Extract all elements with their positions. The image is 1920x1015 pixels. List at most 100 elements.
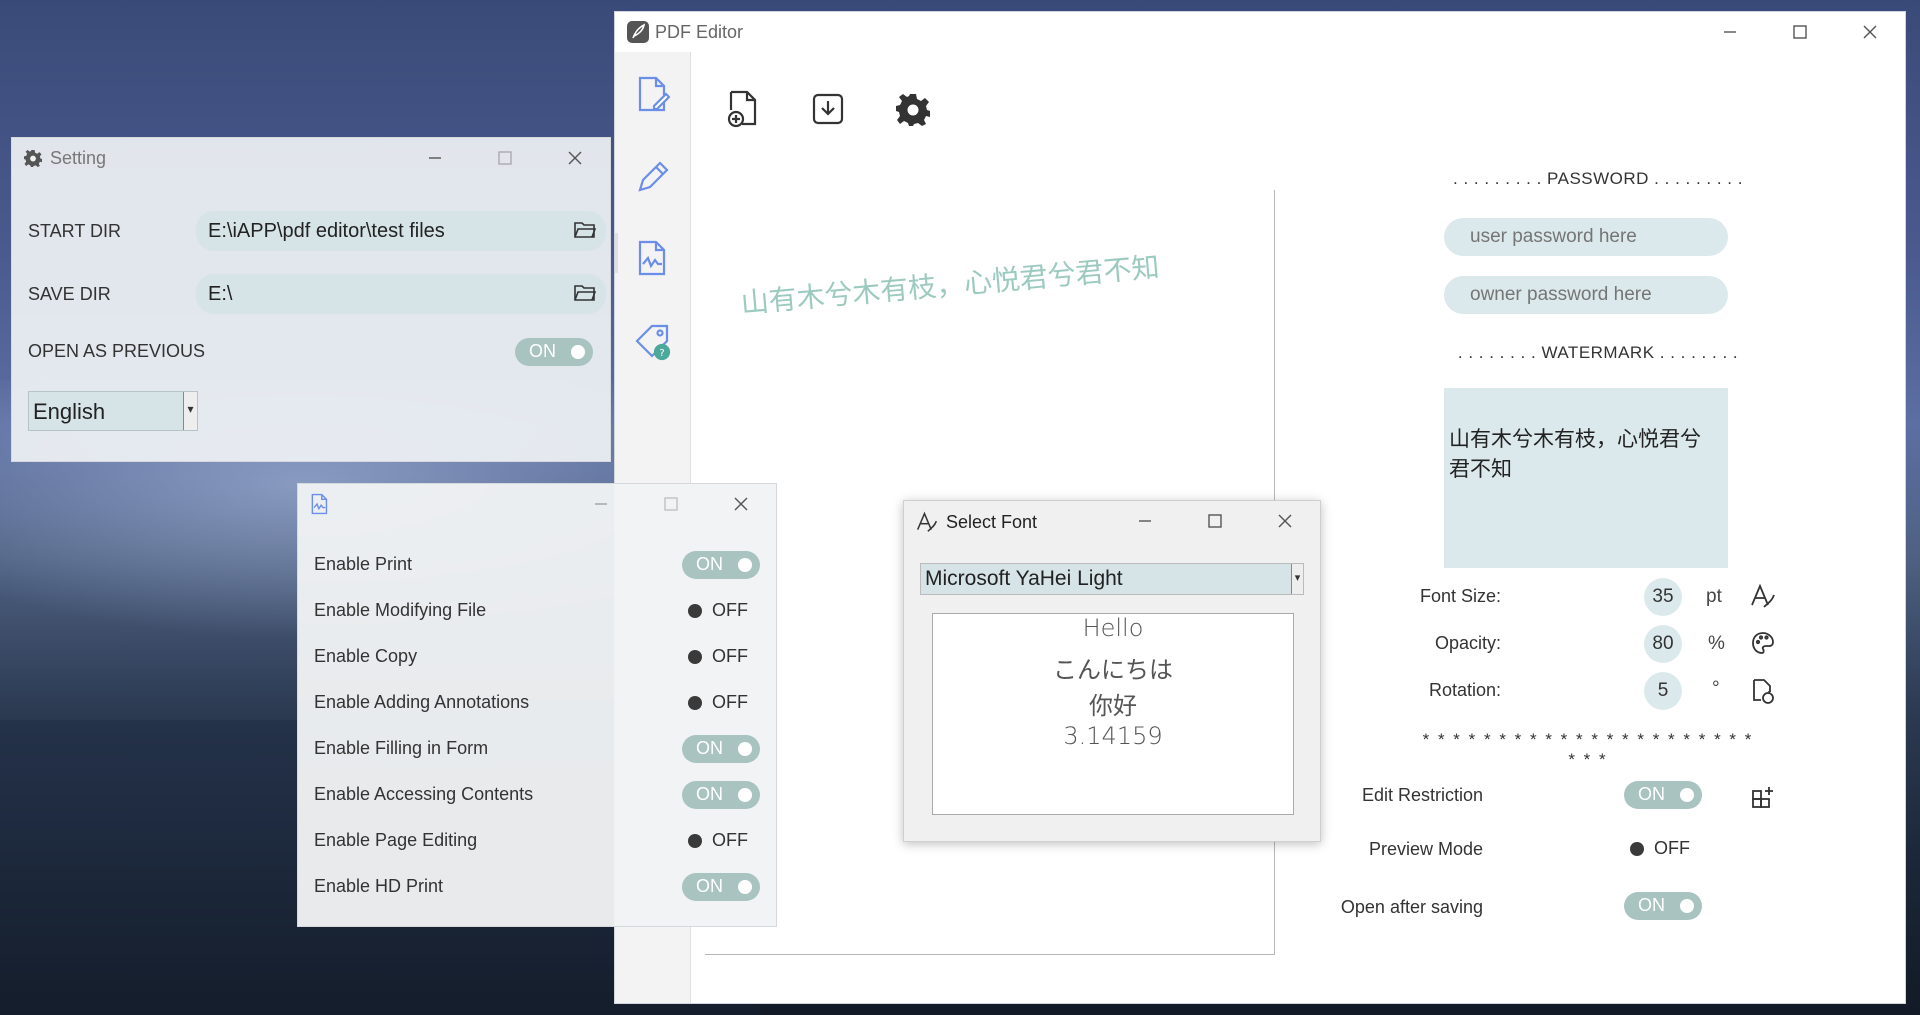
sidebar-active-indicator <box>615 233 618 273</box>
permission-state: ON <box>696 554 723 574</box>
close-button[interactable] <box>1250 501 1320 541</box>
close-button[interactable] <box>706 484 776 524</box>
font-window-title: Select Font <box>946 512 1038 532</box>
new-document-icon[interactable] <box>633 74 673 114</box>
setting-window: Setting START DIR E:\iAPP\pdf editor\tes… <box>11 137 611 462</box>
minimize-button[interactable] <box>1110 501 1180 541</box>
rotate-document-icon[interactable] <box>1751 678 1775 709</box>
toggle-knob <box>1680 788 1694 802</box>
preview-watermark-text: 山有木兮木有枝，心悦君兮君不知 <box>739 250 1161 320</box>
permission-label-enable-print: Enable Print <box>314 554 413 574</box>
add-file-icon[interactable] <box>723 89 763 129</box>
permissions-titlebar[interactable] <box>298 484 776 524</box>
signature-document-icon[interactable] <box>633 238 673 278</box>
permission-toggle-enable-print[interactable]: ON <box>682 551 760 579</box>
toggle-knob <box>571 345 585 359</box>
permission-toggle-enable-copy[interactable]: OFF <box>680 643 758 671</box>
edit-restriction-state: ON <box>1638 784 1665 804</box>
font-family-select[interactable]: Microsoft YaHei Light ▾ <box>920 563 1304 595</box>
toggle-knob <box>1630 842 1644 856</box>
watermark-text-line-2: 君不知 <box>1449 457 1512 481</box>
minimize-button[interactable] <box>1695 12 1765 52</box>
permission-label-enable-hd-print: Enable HD Print <box>314 876 444 896</box>
opacity-input[interactable]: 80 <box>1644 625 1682 663</box>
main-titlebar[interactable]: PDF Editor <box>615 12 1905 52</box>
permission-label-enable-page-editing: Enable Page Editing <box>314 830 478 850</box>
permission-toggle-enable-page-editing[interactable]: OFF <box>680 827 758 855</box>
start-dir-field[interactable]: E:\iAPP\pdf editor\test files <box>196 211 606 251</box>
save-dir-field[interactable]: E:\ <box>196 274 606 314</box>
open-after-saving-toggle[interactable]: ON <box>1624 892 1702 920</box>
toggle-knob <box>688 650 702 664</box>
opacity-label: Opacity: <box>1434 633 1501 653</box>
close-button[interactable] <box>1835 12 1905 52</box>
minimize-button[interactable] <box>400 138 470 178</box>
close-button[interactable] <box>540 138 610 178</box>
font-preview-line: 3.14159 <box>1063 722 1163 750</box>
start-dir-value: E:\iAPP\pdf editor\test files <box>208 220 445 242</box>
maximize-button[interactable] <box>470 138 540 178</box>
font-preview-line: 你好 <box>1089 692 1137 720</box>
permission-toggle-enable-adding-annotations[interactable]: OFF <box>680 689 758 717</box>
app-feather-icon <box>626 20 650 49</box>
toggle-knob <box>738 880 752 894</box>
watermark-text-line-1: 山有木兮木有枝，心悦君兮 <box>1449 427 1701 451</box>
color-palette-icon[interactable] <box>1751 631 1775 660</box>
preview-mode-label: Preview Mode <box>1368 839 1483 859</box>
gear-icon[interactable] <box>893 89 933 129</box>
rotation-label: Rotation: <box>1428 680 1501 700</box>
font-select-icon[interactable] <box>1750 583 1776 614</box>
font-size-unit: pt <box>1706 586 1722 607</box>
font-titlebar[interactable]: Select Font <box>904 501 1320 541</box>
permission-toggle-enable-modifying-file[interactable]: OFF <box>680 597 758 625</box>
permission-state: OFF <box>712 646 748 666</box>
folder-open-icon[interactable] <box>574 283 597 308</box>
watermark-section-heading: . . . . . . . . WATERMARK . . . . . . . … <box>1457 343 1739 362</box>
open-as-previous-state: ON <box>529 341 556 361</box>
main-window-title: PDF Editor <box>655 22 744 42</box>
separator-stars: * * * * * * * * * * * * * * * * * * * * … <box>1422 730 1754 769</box>
setting-titlebar[interactable]: Setting <box>12 138 610 178</box>
font-size-label: Font Size: <box>1419 586 1501 606</box>
owner-password-input[interactable] <box>1444 276 1728 314</box>
permission-toggle-enable-accessing-contents[interactable]: ON <box>682 781 760 809</box>
font-size-input[interactable]: 35 <box>1644 578 1682 616</box>
watermark-text-input[interactable]: 山有木兮木有枝，心悦君兮 君不知 <box>1444 388 1728 568</box>
signature-document-icon <box>310 493 330 520</box>
toggle-knob <box>738 788 752 802</box>
svg-text:?: ? <box>659 348 664 359</box>
toggle-knob <box>738 742 752 756</box>
maximize-button[interactable] <box>1180 501 1250 541</box>
edit-pen-icon[interactable] <box>633 157 673 197</box>
language-select[interactable]: English ▾ <box>28 391 198 431</box>
open-as-previous-label: OPEN AS PREVIOUS <box>28 341 206 361</box>
select-font-window: Select Font Microsoft YaHei Light ▾ Hell… <box>903 500 1321 842</box>
open-as-previous-toggle[interactable]: ON <box>515 338 593 366</box>
toggle-knob <box>688 696 702 710</box>
save-download-icon[interactable] <box>808 89 848 129</box>
permission-toggle-enable-filling-in-form[interactable]: ON <box>682 735 760 763</box>
edit-restriction-toggle[interactable]: ON <box>1624 781 1702 809</box>
edit-restriction-settings-icon[interactable] <box>1751 785 1775 814</box>
folder-open-icon[interactable] <box>574 220 597 245</box>
gear-icon <box>24 149 42 172</box>
permission-state: ON <box>696 738 723 758</box>
permission-label-enable-modifying-file: Enable Modifying File <box>314 600 487 620</box>
tag-help-icon[interactable]: ? <box>633 322 673 362</box>
minimize-button[interactable] <box>566 484 636 524</box>
permission-label-enable-adding-annotations: Enable Adding Annotations <box>314 692 530 712</box>
rotation-input[interactable]: 5 <box>1644 672 1682 710</box>
preview-mode-toggle[interactable]: OFF <box>1622 835 1700 863</box>
chevron-down-icon: ▾ <box>183 392 197 430</box>
font-preview-box: Hello こんにちは 你好 3.14159 <box>932 613 1294 815</box>
permission-label-enable-accessing-contents: Enable Accessing Contents <box>314 784 534 804</box>
save-dir-label: SAVE DIR <box>28 284 111 304</box>
password-section-heading: . . . . . . . . . PASSWORD . . . . . . .… <box>1453 169 1743 188</box>
user-password-input[interactable] <box>1444 218 1728 256</box>
maximize-button[interactable] <box>636 484 706 524</box>
permission-state: ON <box>696 784 723 804</box>
opacity-unit: % <box>1708 633 1725 654</box>
maximize-button[interactable] <box>1765 12 1835 52</box>
permissions-window: Enable Print ON Enable Modifying File OFF En… <box>297 483 777 927</box>
permission-toggle-enable-hd-print[interactable]: ON <box>682 873 760 901</box>
